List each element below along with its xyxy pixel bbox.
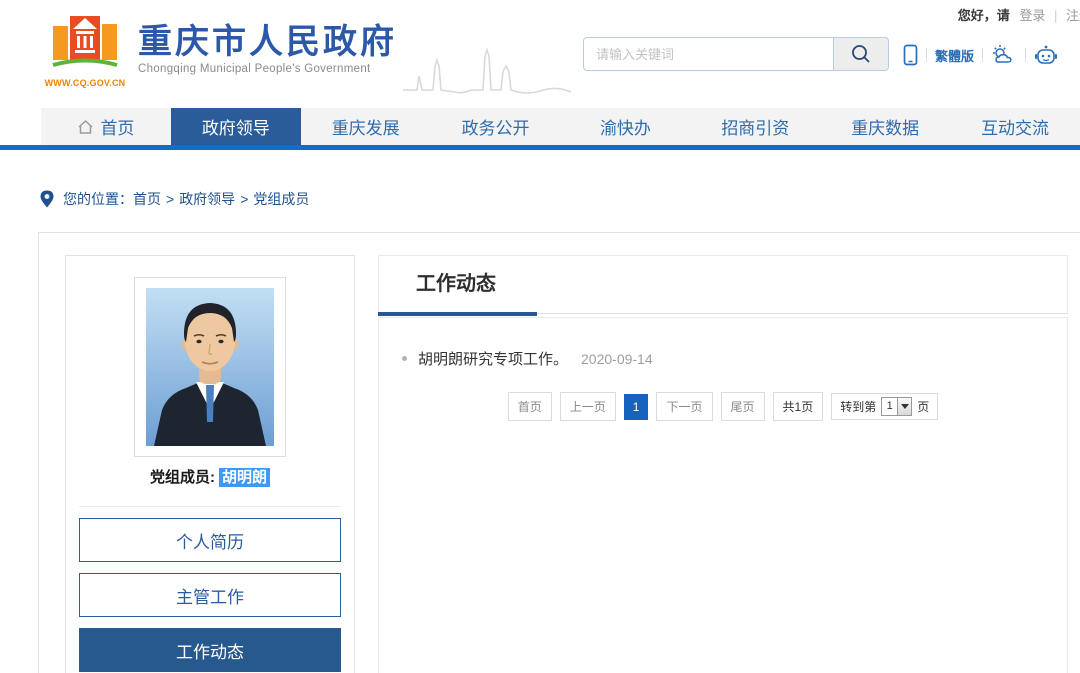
- sidebar-divider: [79, 506, 341, 507]
- register-link[interactable]: 注册: [1066, 8, 1080, 23]
- nav-item-label: 重庆数据: [851, 114, 919, 139]
- home-icon: [77, 119, 94, 135]
- search-bar: [583, 37, 889, 71]
- section-title-accent: [378, 312, 537, 316]
- nav-item-home[interactable]: 首页: [41, 108, 171, 145]
- list-item: 胡明朗研究专项工作。 2020-09-14: [402, 348, 1067, 369]
- nav-item-label: 招商引资: [721, 114, 789, 139]
- sidebar-item-responsibilities[interactable]: 主管工作: [79, 573, 341, 617]
- breadcrumb-link-party-members[interactable]: 党组成员: [253, 189, 309, 209]
- sidebar-item-resume[interactable]: 个人简历: [79, 518, 341, 562]
- nav-item-label: 渝快办: [600, 114, 651, 139]
- nav-item-label: 政务公开: [462, 114, 530, 139]
- skyline-sketch-icon: [403, 46, 573, 98]
- page-select-value: 1: [882, 398, 897, 415]
- leader-name-highlighted: 胡明朗: [219, 468, 270, 487]
- robot-icon: [1034, 44, 1058, 66]
- nav-item-label: 互动交流: [981, 114, 1049, 139]
- sidebar-item-label: 主管工作: [176, 583, 244, 608]
- search-input[interactable]: [583, 37, 833, 71]
- bullet-icon: [402, 356, 407, 361]
- portrait-frame: [134, 277, 286, 457]
- greeting-text: 您好，请: [958, 8, 1010, 23]
- location-pin-icon: [40, 190, 54, 208]
- logo-url-text: WWW.CQ.GOV.CN: [42, 78, 128, 88]
- tools-divider: [926, 48, 927, 62]
- pagination-next-button[interactable]: 下一页: [656, 392, 712, 421]
- nav-item-government-affairs[interactable]: 政务公开: [431, 108, 561, 145]
- page-select-dropdown[interactable]: 1: [881, 397, 912, 416]
- pagination-goto: 转到第 1 页: [831, 393, 938, 420]
- header-tools: 繁體版: [903, 42, 1058, 68]
- nav-item-label: 首页: [100, 114, 134, 139]
- government-building-icon: [50, 14, 120, 72]
- goto-prefix: 转到第: [840, 398, 876, 415]
- nav-item-label: 政府领导: [202, 114, 270, 139]
- site-name-en: Chongqing Municipal People's Government: [138, 63, 397, 75]
- login-link[interactable]: 登录: [1019, 8, 1045, 23]
- weather-icon: [991, 44, 1017, 66]
- site-logo[interactable]: WWW.CQ.GOV.CN 重庆市人民政府 Chongqing Municipa…: [42, 14, 573, 98]
- section-header: 工作动态: [378, 255, 1068, 314]
- goto-suffix: 页: [917, 398, 929, 415]
- breadcrumb: 您的位置： 首页 > 政府领导 > 党组成员: [40, 189, 309, 209]
- sidebar-item-label: 工作动态: [176, 638, 244, 663]
- pagination-last-button[interactable]: 尾页: [721, 392, 765, 421]
- main-nav: 首页 政府领导 重庆发展 政务公开 渝快办 招商引资 重庆数据 互动交流: [41, 108, 1080, 145]
- pagination-total-pages: 共1页: [773, 392, 824, 421]
- nav-item-label: 重庆发展: [332, 114, 400, 139]
- login-bar: 您好，请 登录 | 注册: [958, 5, 1080, 24]
- nav-item-interaction[interactable]: 互动交流: [950, 108, 1080, 145]
- nav-item-chongqing-data[interactable]: 重庆数据: [820, 108, 950, 145]
- mobile-version-button[interactable]: [903, 44, 918, 66]
- tools-divider: [982, 48, 983, 62]
- mobile-phone-icon: [903, 44, 918, 66]
- breadcrumb-link-leaders[interactable]: 政府领导: [179, 189, 235, 209]
- section-body: 胡明朗研究专项工作。 2020-09-14 首页 上一页 1 下一页 尾页 共1…: [378, 317, 1068, 673]
- logo-badge: WWW.CQ.GOV.CN: [42, 14, 128, 88]
- breadcrumb-separator: >: [166, 191, 174, 207]
- login-divider: |: [1054, 8, 1057, 23]
- nav-accent-bar: [0, 145, 1080, 150]
- leader-sidebar: 党组成员:胡明朗 个人简历 主管工作 工作动态: [65, 255, 355, 673]
- leader-name-row: 党组成员:胡明朗: [66, 466, 354, 487]
- search-icon: [850, 43, 872, 65]
- logo-names: 重庆市人民政府 Chongqing Municipal People's Gov…: [138, 24, 397, 75]
- dropdown-arrow-button[interactable]: [897, 398, 911, 415]
- traditional-chinese-button[interactable]: 繁體版: [935, 46, 974, 65]
- breadcrumb-prefix: 您的位置：: [63, 189, 133, 209]
- section-title: 工作动态: [416, 256, 496, 313]
- pagination-prev-button[interactable]: 上一页: [560, 392, 616, 421]
- nav-item-government-leaders[interactable]: 政府领导: [171, 108, 301, 145]
- sidebar-item-label: 个人简历: [176, 528, 244, 553]
- breadcrumb-link-home[interactable]: 首页: [133, 189, 161, 209]
- news-link[interactable]: 胡明朗研究专项工作。: [418, 348, 568, 369]
- news-date: 2020-09-14: [581, 351, 653, 367]
- nav-item-investment[interactable]: 招商引资: [690, 108, 820, 145]
- page: 您好，请 登录 | 注册 WWW.CQ.GOV.CN 重庆市人民政府 Chong…: [0, 0, 1080, 673]
- tools-divider: [1025, 48, 1026, 62]
- search-button[interactable]: [833, 37, 889, 71]
- sidebar-item-work-updates[interactable]: 工作动态: [79, 628, 341, 672]
- pagination-current-page[interactable]: 1: [624, 394, 649, 420]
- breadcrumb-separator: >: [240, 191, 248, 207]
- official-portrait: [146, 288, 274, 446]
- pagination: 首页 上一页 1 下一页 尾页 共1页 转到第 1 页: [379, 392, 1067, 421]
- site-name-cn: 重庆市人民政府: [138, 24, 397, 60]
- role-label: 党组成员:: [150, 469, 215, 486]
- nav-item-yukuaiban[interactable]: 渝快办: [561, 108, 691, 145]
- pagination-first-button[interactable]: 首页: [508, 392, 552, 421]
- chevron-down-icon: [901, 404, 909, 409]
- weather-button[interactable]: [991, 44, 1017, 66]
- nav-item-chongqing-development[interactable]: 重庆发展: [301, 108, 431, 145]
- assistant-button[interactable]: [1034, 44, 1058, 66]
